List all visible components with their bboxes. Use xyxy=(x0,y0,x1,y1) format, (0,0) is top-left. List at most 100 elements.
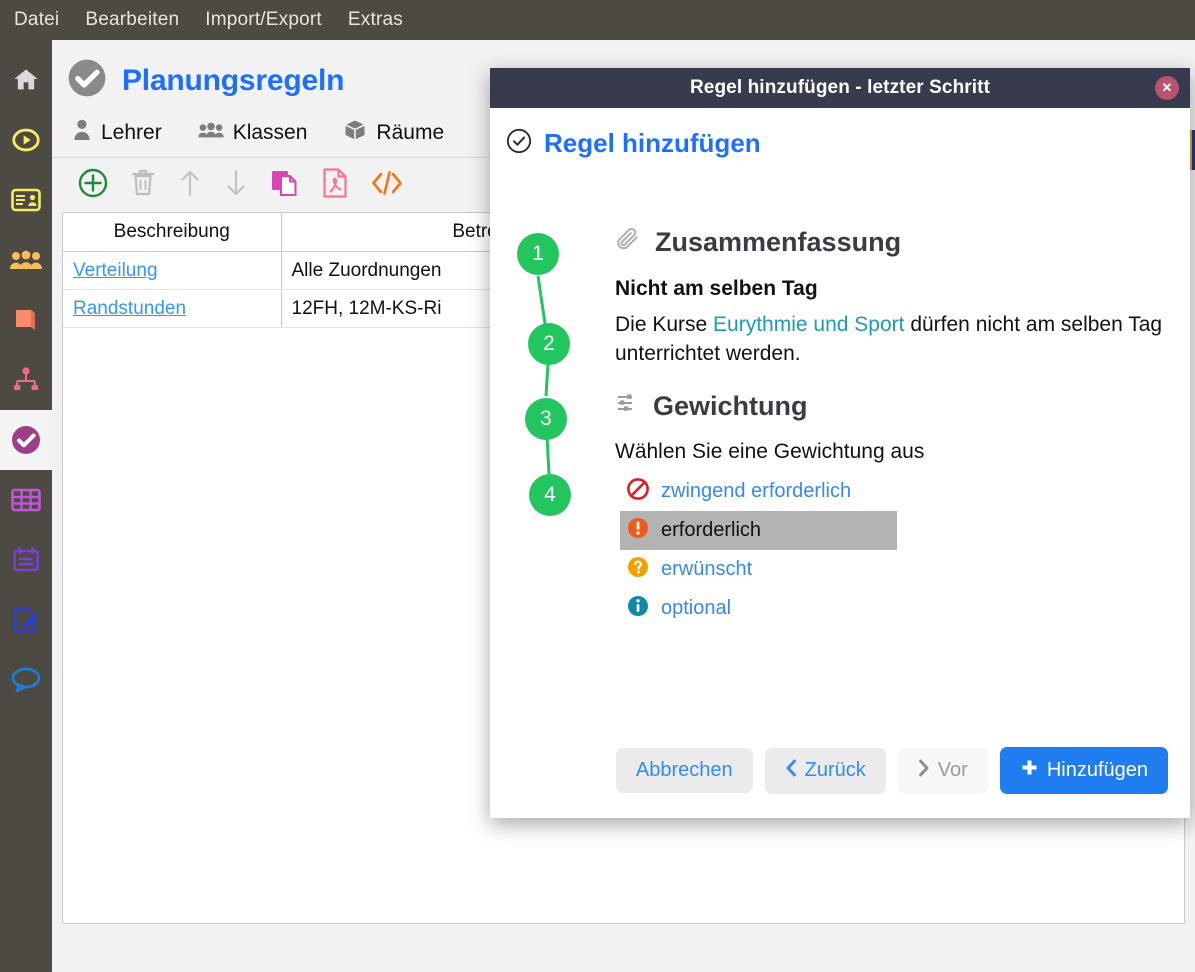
weighting-option-erwuenscht[interactable]: erwünscht xyxy=(620,550,897,589)
sidebar-item-subjects[interactable] xyxy=(0,290,52,350)
weighting-option-label: optional xyxy=(661,596,732,619)
tab-raeume[interactable]: Räume xyxy=(343,118,444,147)
wizard-step-1[interactable]: 1 xyxy=(517,233,559,275)
weighting-prompt: Wählen Sie eine Gewichtung aus xyxy=(615,439,925,463)
info-icon xyxy=(626,594,650,623)
sidebar-item-rules[interactable] xyxy=(0,410,52,470)
check-circle-icon xyxy=(10,424,42,456)
sitemap-icon xyxy=(12,367,40,393)
column-header-beschreibung[interactable]: Beschreibung xyxy=(63,213,282,252)
sidebar-item-idcard[interactable] xyxy=(0,170,52,230)
code-button[interactable] xyxy=(370,169,404,197)
chat-bubble-icon xyxy=(11,667,41,693)
weighting-options: zwingend erforderlich erforderlich erwün… xyxy=(620,472,1176,628)
menubar: Datei Bearbeiten Import/Export Extras xyxy=(0,0,1195,40)
wizard-stepper: 1 2 3 4 xyxy=(512,233,582,533)
sidebar-item-classes[interactable] xyxy=(0,230,52,290)
plus-icon xyxy=(1020,758,1039,783)
cube-icon xyxy=(343,118,367,147)
rule-name-text: Nicht am selben Tag xyxy=(615,277,818,300)
wizard-step-2[interactable]: 2 xyxy=(528,323,570,365)
person-icon xyxy=(72,119,92,146)
dialog-heading: Regel hinzufügen xyxy=(544,128,761,158)
next-button[interactable]: Vor xyxy=(897,747,988,794)
sidebar-item-edit[interactable] xyxy=(0,590,52,650)
tab-lehrer-label: Lehrer xyxy=(101,120,162,144)
app-root: Datei Bearbeiten Import/Export Extras Pl… xyxy=(0,0,1195,972)
rule-link-cell[interactable]: Verteilung xyxy=(63,251,282,290)
desc-prefix: Die Kurse xyxy=(615,313,714,336)
dialog-content: Zusammenfassung Nicht am selben Tag Die … xyxy=(615,226,1176,628)
book-icon xyxy=(12,306,40,334)
sidebar-item-messages[interactable] xyxy=(0,650,52,710)
next-button-label: Vor xyxy=(937,759,968,781)
sidebar-item-home[interactable] xyxy=(0,50,52,110)
sidebar-item-structure[interactable] xyxy=(0,350,52,410)
confirm-button-label: Hinzufügen xyxy=(1046,759,1148,781)
weighting-option-erforderlich[interactable]: erforderlich xyxy=(620,510,897,550)
exclamation-icon xyxy=(626,516,650,545)
page-title: Planungsregeln xyxy=(122,63,345,97)
chevron-left-icon xyxy=(785,759,797,783)
sidebar-item-calendar[interactable] xyxy=(0,530,52,590)
delete-button[interactable] xyxy=(130,168,156,198)
wizard-step-3[interactable]: 3 xyxy=(525,398,567,440)
weighting-option-optional[interactable]: optional xyxy=(620,589,897,628)
check-circle-icon xyxy=(506,128,532,159)
add-button[interactable] xyxy=(78,168,108,198)
weighting-option-label: zwingend erforderlich xyxy=(661,479,852,502)
group-icon xyxy=(198,121,224,144)
desc-highlight: Eurythmie und Sport xyxy=(713,313,905,336)
tab-raeume-label: Räume xyxy=(376,120,445,144)
forbidden-icon xyxy=(626,477,650,506)
weighting-option-zwingend-erforderlich[interactable]: zwingend erforderlich xyxy=(620,472,897,511)
weighting-section: Gewichtung Wählen Sie eine Gewichtung au… xyxy=(615,391,1176,628)
tab-lehrer[interactable]: Lehrer xyxy=(72,119,162,146)
rule-link[interactable]: Verteilung xyxy=(73,260,158,281)
dialog-footer: Abbrechen Zurück Vor Hinzufügen xyxy=(490,723,1190,818)
play-circle-icon xyxy=(12,126,40,154)
rule-description: Die Kurse Eurythmie und Sport dürfen nic… xyxy=(615,311,1176,369)
edit-doc-icon xyxy=(12,606,40,634)
menu-datei[interactable]: Datei xyxy=(14,9,59,31)
dialog-titlebar: Regel hinzufügen - letzter Schritt ✕ xyxy=(490,68,1190,108)
menu-extras[interactable]: Extras xyxy=(348,9,403,31)
question-icon xyxy=(626,555,650,584)
menu-import-export[interactable]: Import/Export xyxy=(205,9,322,31)
cancel-button[interactable]: Abbrechen xyxy=(615,748,753,793)
rule-link[interactable]: Randstunden xyxy=(73,298,186,319)
table-grid-icon xyxy=(11,488,41,512)
menu-bearbeiten[interactable]: Bearbeiten xyxy=(85,9,179,31)
tab-klassen-label: Klassen xyxy=(232,120,308,144)
summary-title-text: Zusammenfassung xyxy=(655,227,902,257)
add-rule-dialog: Regel hinzufügen - letzter Schritt ✕ Reg… xyxy=(490,68,1190,818)
confirm-button[interactable]: Hinzufügen xyxy=(999,747,1168,794)
weighting-option-label: erforderlich xyxy=(661,518,762,541)
dialog-window-title: Regel hinzufügen - letzter Schritt xyxy=(689,77,991,98)
calendar-icon xyxy=(12,546,40,574)
weighting-title-text: Gewichtung xyxy=(653,390,808,421)
back-button[interactable]: Zurück xyxy=(764,747,886,794)
check-circle-icon xyxy=(66,57,108,104)
sliders-icon xyxy=(615,391,639,422)
rule-link-cell[interactable]: Randstunden xyxy=(63,289,282,328)
copy-button[interactable] xyxy=(270,168,300,198)
weighting-section-title: Gewichtung xyxy=(615,391,1176,422)
close-icon[interactable]: ✕ xyxy=(1155,76,1179,100)
back-button-label: Zurück xyxy=(804,759,866,781)
cancel-button-label: Abbrechen xyxy=(635,759,733,781)
sidebar-item-timetable[interactable] xyxy=(0,470,52,530)
paperclip-icon xyxy=(615,226,641,259)
dialog-heading-row: Regel hinzufügen xyxy=(490,108,1190,159)
summary-section-title: Zusammenfassung xyxy=(615,226,1176,259)
sidebar xyxy=(0,40,52,972)
move-down-button[interactable] xyxy=(224,168,248,198)
tab-klassen[interactable]: Klassen xyxy=(198,120,308,145)
pdf-button[interactable] xyxy=(322,168,348,198)
sidebar-item-start[interactable] xyxy=(0,110,52,170)
wizard-step-4[interactable]: 4 xyxy=(529,474,571,516)
people-icon xyxy=(10,249,42,271)
move-up-button[interactable] xyxy=(178,168,202,198)
id-card-icon xyxy=(11,188,41,212)
home-icon xyxy=(12,66,40,94)
